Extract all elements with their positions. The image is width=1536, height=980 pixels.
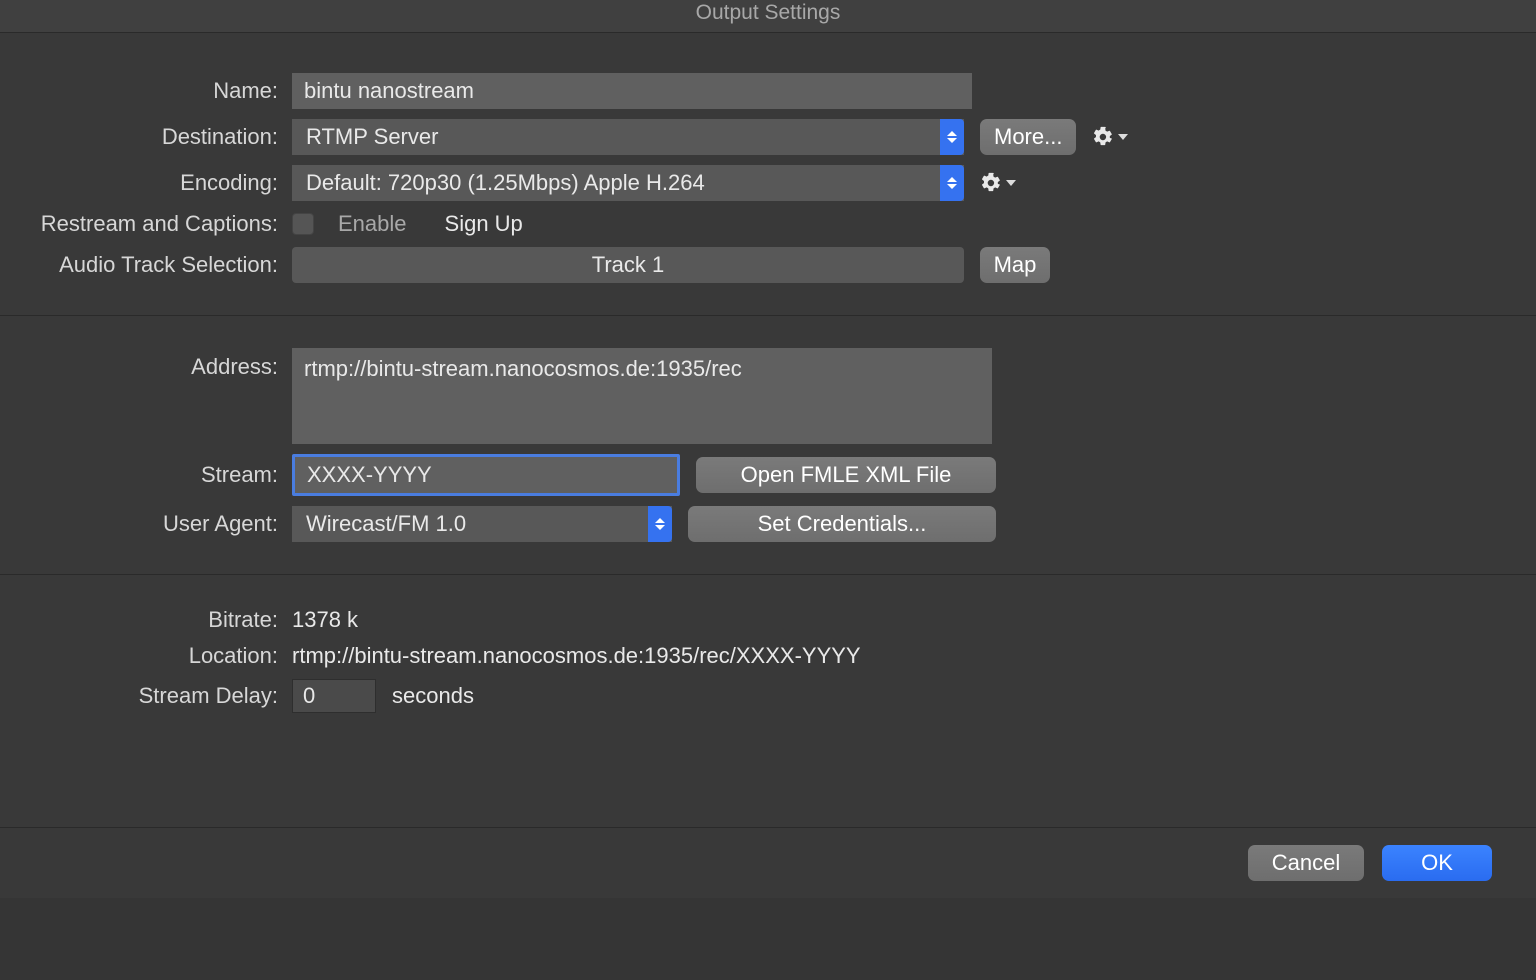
label-user-agent: User Agent: — [0, 511, 292, 537]
seconds-label: seconds — [392, 683, 474, 709]
chevron-updown-icon — [648, 506, 672, 542]
label-address: Address: — [0, 348, 292, 380]
user-agent-value: Wirecast/FM 1.0 — [306, 511, 466, 537]
user-agent-popup[interactable]: Wirecast/FM 1.0 — [292, 506, 672, 542]
section-connection: Address: Stream: Open FMLE XML File User… — [0, 316, 1536, 575]
label-location: Location: — [0, 643, 292, 669]
name-input[interactable] — [292, 73, 972, 109]
address-textarea[interactable] — [292, 348, 992, 444]
enable-checkbox[interactable] — [292, 213, 314, 235]
label-destination: Destination: — [0, 124, 292, 150]
label-encoding: Encoding: — [0, 170, 292, 196]
caret-down-icon — [1006, 180, 1016, 186]
destination-value: RTMP Server — [306, 124, 438, 150]
more-button[interactable]: More... — [980, 119, 1076, 155]
label-bitrate: Bitrate: — [0, 607, 292, 633]
set-credentials-button[interactable]: Set Credentials... — [688, 506, 996, 542]
label-stream: Stream: — [0, 462, 292, 488]
section-status: Bitrate: 1378 k Location: rtmp://bintu-s… — [0, 575, 1536, 745]
ok-button[interactable]: OK — [1382, 845, 1492, 881]
label-name: Name: — [0, 78, 292, 104]
stream-delay-input[interactable] — [292, 679, 376, 713]
caret-down-icon — [1118, 134, 1128, 140]
label-stream-delay: Stream Delay: — [0, 683, 292, 709]
chevron-updown-icon — [940, 119, 964, 155]
open-fmle-button[interactable]: Open FMLE XML File — [696, 457, 996, 493]
cancel-button[interactable]: Cancel — [1248, 845, 1364, 881]
stream-input[interactable] — [292, 454, 680, 496]
audio-track-popup[interactable]: Track 1 — [292, 247, 964, 283]
label-audio-track: Audio Track Selection: — [0, 252, 292, 278]
encoding-gear-menu[interactable] — [980, 172, 1016, 194]
encoding-value: Default: 720p30 (1.25Mbps) Apple H.264 — [306, 170, 705, 196]
location-value: rtmp://bintu-stream.nanocosmos.de:1935/r… — [292, 643, 861, 669]
enable-label: Enable — [338, 211, 407, 237]
dialog-footer: Cancel OK — [0, 827, 1536, 898]
chevron-updown-icon — [940, 165, 964, 201]
gear-icon — [980, 172, 1002, 194]
label-restream: Restream and Captions: — [0, 211, 292, 237]
gear-icon — [1092, 126, 1114, 148]
map-button[interactable]: Map — [980, 247, 1050, 283]
footer-spacer — [0, 898, 1536, 980]
window-title: Output Settings — [0, 0, 1536, 33]
encoding-popup[interactable]: Default: 720p30 (1.25Mbps) Apple H.264 — [292, 165, 964, 201]
section-general: Name: Destination: RTMP Server More... E… — [0, 33, 1536, 316]
destination-popup[interactable]: RTMP Server — [292, 119, 964, 155]
audio-track-value: Track 1 — [592, 252, 665, 278]
bitrate-value: 1378 k — [292, 607, 358, 633]
sign-up-link[interactable]: Sign Up — [445, 211, 523, 237]
destination-gear-menu[interactable] — [1092, 126, 1128, 148]
